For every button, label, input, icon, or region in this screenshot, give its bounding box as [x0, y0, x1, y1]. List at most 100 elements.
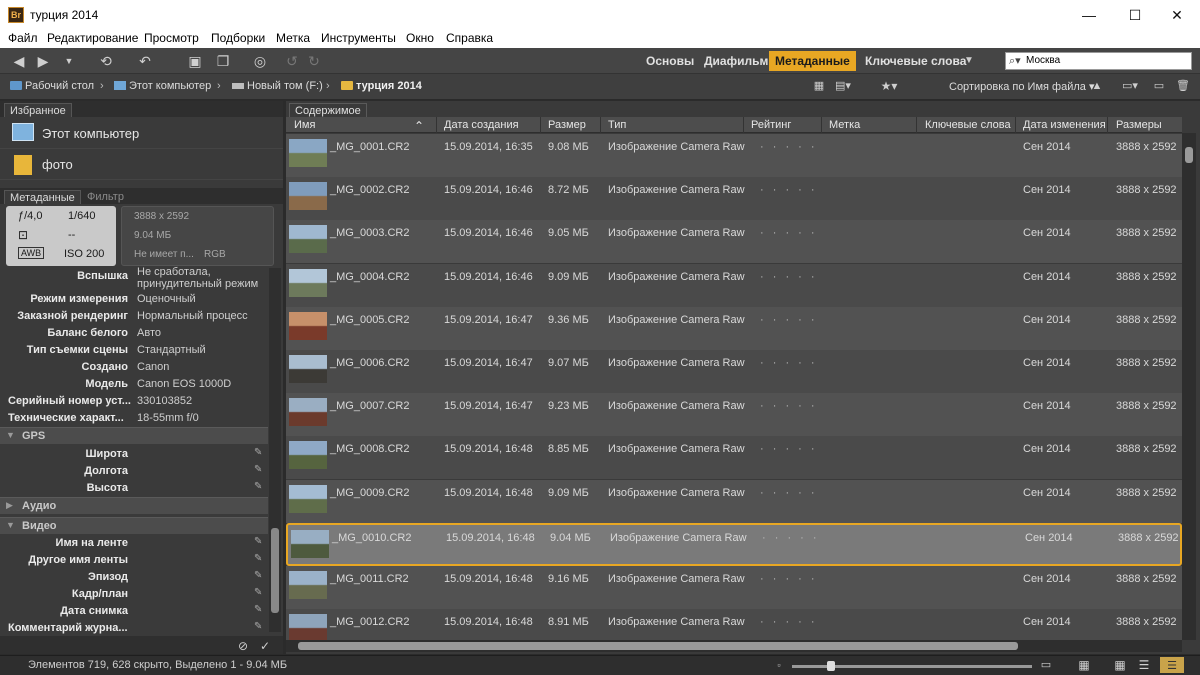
rating-filter-star-icon[interactable]: ★▾	[876, 77, 902, 95]
view-details-icon[interactable]: ☰	[1136, 656, 1152, 674]
menu-window[interactable]: Окно	[406, 31, 434, 45]
tab-content[interactable]: Содержимое	[289, 103, 367, 117]
thumbnail-size-slider[interactable]	[792, 661, 1032, 671]
view-list-icon[interactable]: ☰	[1160, 657, 1184, 673]
column-divider[interactable]	[821, 117, 822, 133]
row-rating[interactable]: · · · · ·	[760, 616, 818, 628]
refine-icon[interactable]: ❐	[212, 52, 234, 70]
row-rating[interactable]: · · · · ·	[760, 400, 818, 412]
apply-checkmark-icon[interactable]: ✓	[258, 637, 272, 655]
col-label[interactable]: Метка	[829, 119, 860, 131]
forward-icon[interactable]: ▶	[34, 52, 52, 70]
menu-stacks[interactable]: Подборки	[211, 31, 265, 45]
menu-view[interactable]: Просмотр	[144, 31, 199, 45]
column-divider[interactable]	[436, 117, 437, 133]
workspace-metadata[interactable]: Метаданные	[769, 51, 856, 71]
photo-thumbnail[interactable]	[291, 529, 329, 558]
column-divider[interactable]	[1015, 117, 1016, 133]
sort-ascending-icon[interactable]: ▲	[1090, 77, 1104, 95]
close-button[interactable]: ✕	[1154, 0, 1200, 30]
col-created[interactable]: Дата создания	[444, 119, 519, 131]
breadcrumb-this-pc[interactable]: Этот компьютер	[114, 80, 211, 92]
breadcrumb-drive[interactable]: Новый том (F:)	[232, 80, 323, 92]
scrollbar-thumb[interactable]	[271, 528, 279, 613]
file-row[interactable]: _MG_0010.CR2 15.09.2014, 16:48 9.04 МБ Изоб…	[286, 522, 1182, 566]
content-horizontal-scrollbar[interactable]	[286, 640, 1182, 652]
tab-metadata[interactable]: Метаданные	[4, 190, 81, 204]
file-row[interactable]: _MG_0011.CR2 15.09.2014, 16:48 9.16 МБ Изоб…	[286, 566, 1182, 609]
file-row[interactable]: _MG_0002.CR2 15.09.2014, 16:46 8.72 МБ Изоб…	[286, 177, 1182, 221]
row-rating[interactable]: · · · · ·	[760, 141, 818, 153]
tab-favorites[interactable]: Избранное	[4, 103, 72, 117]
file-row[interactable]: _MG_0005.CR2 15.09.2014, 16:47 9.36 МБ Изоб…	[286, 306, 1182, 350]
camera-import-icon[interactable]: ▣	[184, 52, 206, 70]
row-rating[interactable]: · · · · ·	[760, 573, 818, 585]
slider-knob[interactable]	[827, 661, 835, 671]
row-rating[interactable]: · · · · ·	[760, 314, 818, 326]
new-folder-icon[interactable]: ▭	[1152, 77, 1166, 95]
boomerang-icon[interactable]: ↶	[136, 52, 154, 70]
row-rating[interactable]: · · · · ·	[760, 357, 818, 369]
breadcrumb-separator-icon[interactable]: ›	[100, 80, 104, 92]
breadcrumb-separator-icon[interactable]: ›	[326, 80, 330, 92]
col-keywords[interactable]: Ключевые слова	[925, 119, 1011, 131]
scrollbar-thumb[interactable]	[298, 642, 1018, 650]
metadata-scrollbar[interactable]	[269, 268, 281, 632]
menu-help[interactable]: Справка	[446, 31, 493, 45]
open-recent-folder-icon[interactable]: ▭▾	[1118, 77, 1142, 95]
file-row[interactable]: _MG_0009.CR2 15.09.2014, 16:48 9.09 МБ Изоб…	[286, 479, 1182, 523]
scrollbar-thumb[interactable]	[1185, 147, 1193, 163]
file-row[interactable]: _MG_0008.CR2 15.09.2014, 16:48 8.85 МБ Изоб…	[286, 436, 1182, 480]
photo-thumbnail[interactable]	[289, 484, 327, 513]
column-divider[interactable]	[916, 117, 917, 133]
file-row[interactable]: _MG_0001.CR2 15.09.2014, 16:35 9.08 МБ Изоб…	[286, 134, 1182, 177]
column-divider[interactable]	[600, 117, 601, 133]
section-audio[interactable]: ▶ Аудио	[0, 497, 268, 514]
file-row[interactable]: _MG_0003.CR2 15.09.2014, 16:46 9.05 МБ Изоб…	[286, 220, 1182, 264]
photo-thumbnail[interactable]	[289, 225, 327, 254]
grid-lock-icon[interactable]: ▦	[1076, 656, 1092, 674]
photo-thumbnail[interactable]	[289, 139, 327, 167]
photo-thumbnail[interactable]	[289, 182, 327, 211]
reveal-recent-icon[interactable]: ⟲	[96, 52, 116, 70]
view-options-icon[interactable]: ▤▾	[832, 77, 854, 95]
delete-icon[interactable]: 🗑	[1176, 77, 1190, 95]
pencil-icon[interactable]: ✎	[254, 481, 264, 493]
thumbnail-quality-icon[interactable]: ▦	[812, 77, 826, 95]
workspace-filmstrip[interactable]: Диафильм	[698, 51, 774, 71]
pencil-icon[interactable]: ✎	[254, 464, 264, 476]
row-rating[interactable]: · · · · ·	[760, 443, 818, 455]
photo-thumbnail[interactable]	[289, 311, 327, 340]
menu-file[interactable]: Файл	[8, 31, 38, 45]
favorite-this-pc[interactable]: Этот компьютер	[0, 118, 283, 149]
zoom-in-icon[interactable]: ▭	[1040, 656, 1052, 674]
view-thumbnails-icon[interactable]: ▦	[1112, 656, 1128, 674]
file-row[interactable]: _MG_0004.CR2 15.09.2014, 16:46 9.09 МБ Изоб…	[286, 263, 1182, 307]
menu-tools[interactable]: Инструменты	[321, 31, 396, 45]
back-icon[interactable]: ◀	[10, 52, 28, 70]
section-video[interactable]: ▼ Видео	[0, 517, 268, 534]
column-divider[interactable]	[1107, 117, 1108, 133]
breadcrumb-desktop[interactable]: Рабочий стол	[10, 80, 94, 92]
col-name[interactable]: Имя	[294, 119, 315, 131]
photo-thumbnail[interactable]	[289, 441, 327, 470]
photo-thumbnail[interactable]	[289, 571, 327, 599]
rotate-right-icon[interactable]: ↻	[306, 52, 322, 70]
row-rating[interactable]: · · · · ·	[760, 184, 818, 196]
cancel-icon[interactable]: ⊘	[236, 637, 250, 655]
menu-label[interactable]: Метка	[276, 31, 310, 45]
pencil-icon[interactable]: ✎	[254, 447, 264, 459]
column-divider[interactable]	[743, 117, 744, 133]
search-input[interactable]: ⌕▾ Москва	[1005, 52, 1192, 70]
rotate-left-icon[interactable]: ↺	[284, 52, 300, 70]
row-rating[interactable]: · · · · ·	[762, 532, 820, 544]
tab-filter[interactable]: Фильтр	[82, 190, 129, 204]
file-row[interactable]: _MG_0007.CR2 15.09.2014, 16:47 9.23 МБ Изоб…	[286, 393, 1182, 437]
col-size[interactable]: Размер	[548, 119, 586, 131]
col-rating[interactable]: Рейтинг	[751, 119, 791, 131]
section-gps[interactable]: ▼ GPS	[0, 427, 268, 444]
breadcrumb-current-folder[interactable]: турция 2014	[341, 80, 422, 92]
content-vertical-scrollbar[interactable]	[1182, 133, 1196, 640]
col-modified[interactable]: Дата изменения	[1023, 119, 1106, 131]
breadcrumb-separator-icon[interactable]: ›	[217, 80, 221, 92]
